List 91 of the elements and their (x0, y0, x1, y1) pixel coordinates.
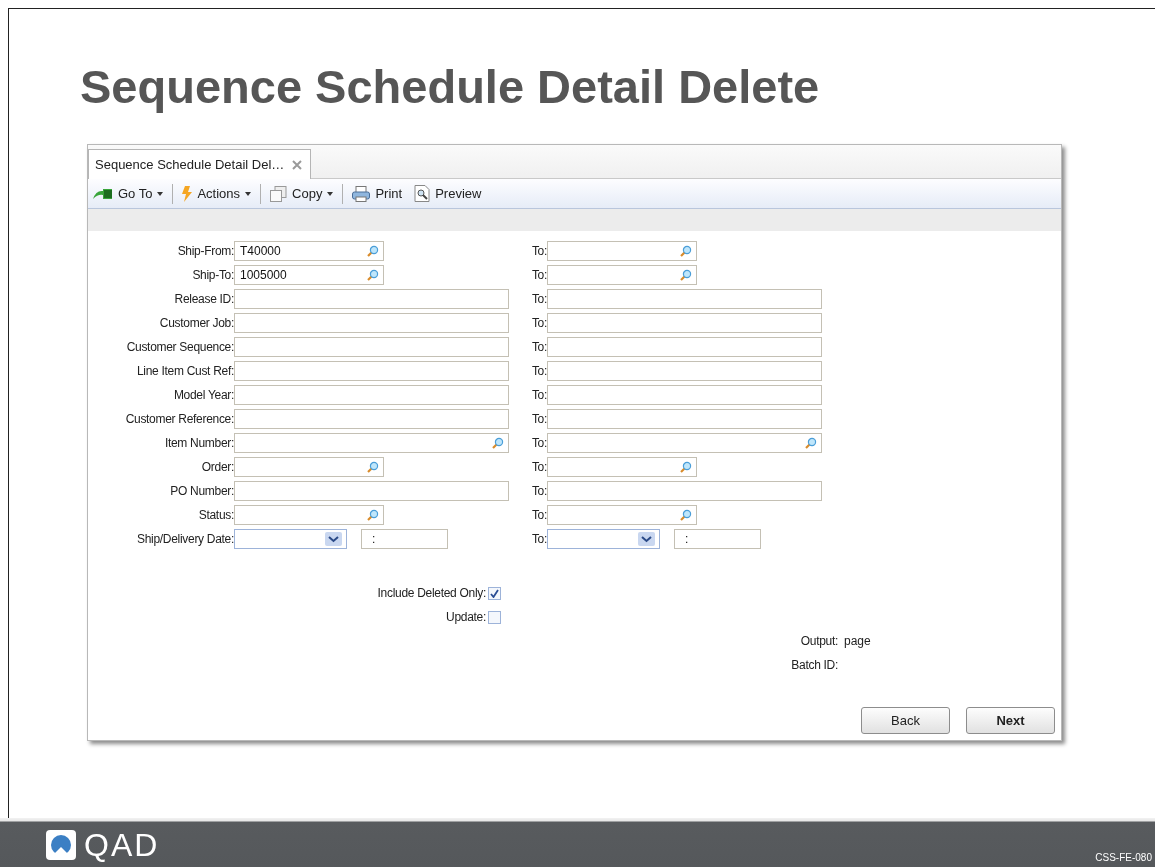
search-icon[interactable] (679, 244, 692, 258)
slide-title: Sequence Schedule Detail Delete (80, 59, 820, 114)
checkbox[interactable] (488, 610, 501, 624)
input-field[interactable] (547, 433, 822, 453)
caret-icon (157, 191, 164, 196)
search-icon[interactable] (804, 436, 817, 450)
field-label: Customer Sequence: (125, 340, 234, 354)
field-label: Ship-From: (176, 244, 234, 258)
field-label: To: (530, 316, 547, 330)
field-label: Status: (197, 508, 234, 522)
search-icon[interactable] (491, 436, 504, 450)
field-label: Line Item Cust Ref: (136, 364, 234, 378)
input-field[interactable] (547, 505, 697, 525)
checkbox-label: Include Deleted Only: (376, 586, 486, 600)
toolbar-button[interactable]: Preview (411, 183, 485, 204)
input-field[interactable]: T40000 (234, 241, 384, 261)
field-label: To: (530, 532, 547, 546)
toolbar-button[interactable]: Actions (179, 183, 255, 204)
input-field[interactable] (547, 481, 822, 501)
input-field[interactable] (234, 433, 509, 453)
input-field[interactable] (234, 385, 509, 405)
input-field[interactable] (547, 457, 697, 477)
field-label: Customer Reference: (124, 412, 234, 426)
tab[interactable]: Sequence Schedule Detail Del… (88, 149, 312, 179)
input-field[interactable] (234, 409, 509, 429)
slide-code: CSS-FE-080 (1095, 852, 1152, 863)
caret-icon (327, 191, 334, 196)
checkbox-label: Update: (445, 610, 486, 624)
field-label: PO Number: (169, 484, 234, 498)
search-icon[interactable] (366, 244, 379, 258)
time-field[interactable]: : (361, 529, 448, 549)
search-icon[interactable] (679, 268, 692, 282)
field-label: To: (530, 508, 547, 522)
logo-text: QAD (84, 827, 160, 863)
preview-icon (414, 185, 431, 202)
field-label: Customer Job: (158, 316, 234, 330)
field-label: To: (530, 436, 547, 450)
input-field[interactable] (234, 457, 384, 477)
field-label: To: (530, 412, 547, 426)
input-field[interactable]: 1005000 (234, 265, 384, 285)
field-label: To: (530, 292, 547, 306)
input-field[interactable] (547, 361, 822, 381)
field-label: Ship-To: (191, 268, 234, 282)
input-field[interactable] (234, 361, 509, 381)
field-label: To: (530, 484, 547, 498)
field-label: To: (530, 244, 547, 258)
toolbar-button[interactable]: Print (349, 183, 406, 204)
field-label: Item Number: (163, 436, 234, 450)
input-field[interactable] (547, 337, 822, 357)
field-label: Release ID: (173, 292, 234, 306)
time-field[interactable]: : (674, 529, 761, 549)
search-icon[interactable] (366, 508, 379, 522)
caret-icon (245, 191, 252, 196)
copy-icon (270, 185, 288, 202)
lightning-icon (182, 185, 193, 202)
arrow-icon (93, 187, 113, 200)
toolbar-button[interactable]: Copy (267, 183, 337, 204)
field-label: To: (530, 268, 547, 282)
search-icon[interactable] (366, 268, 379, 282)
input-field[interactable] (547, 265, 697, 285)
field-label: Ship/Delivery Date: (136, 532, 234, 546)
close-icon[interactable] (292, 159, 303, 170)
input-field[interactable] (234, 313, 509, 333)
search-icon[interactable] (366, 460, 379, 474)
input-field[interactable] (234, 505, 384, 525)
dialog-button[interactable]: Next (966, 707, 1055, 734)
field-label: To: (530, 388, 547, 402)
field-label: To: (530, 460, 547, 474)
input-field[interactable] (547, 385, 822, 405)
input-field[interactable] (547, 241, 697, 261)
info-value: page (844, 634, 871, 648)
input-field[interactable] (234, 481, 509, 501)
input-field[interactable] (547, 313, 822, 333)
dialog-button[interactable]: Back (861, 707, 950, 734)
checkmark-icon (490, 588, 499, 598)
input-field[interactable] (547, 409, 822, 429)
info-label: Output: (799, 634, 838, 648)
field-label: Model Year: (172, 388, 234, 402)
field-label: Order: (200, 460, 234, 474)
info-label: Batch ID: (790, 658, 838, 672)
field-label: To: (530, 364, 547, 378)
printer-icon (352, 185, 371, 202)
logo-icon (46, 830, 76, 860)
input-field[interactable] (547, 289, 822, 309)
search-icon[interactable] (679, 460, 692, 474)
toolbar-button[interactable]: Go To (90, 184, 167, 203)
input-field[interactable] (234, 289, 509, 309)
field-label: To: (530, 340, 547, 354)
search-icon[interactable] (679, 508, 692, 522)
input-field[interactable] (234, 337, 509, 357)
checkbox[interactable] (488, 586, 501, 600)
